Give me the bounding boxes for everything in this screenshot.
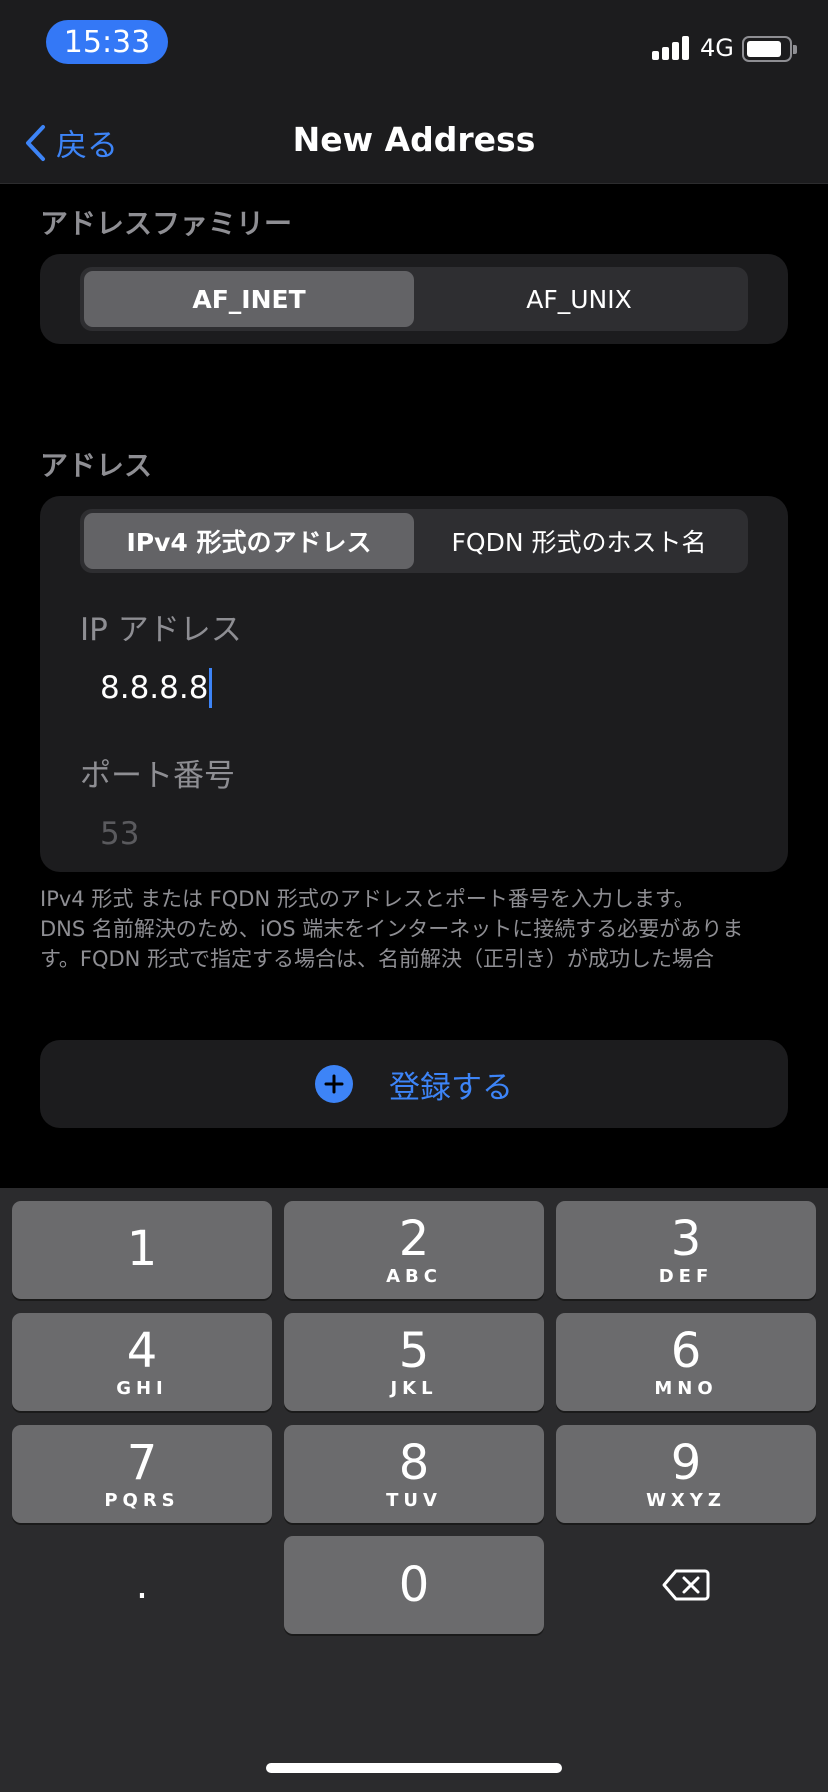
footnote-line: す。FQDN 形式で指定する場合は、名前解決（正引き）が成功した場合 [40,947,715,971]
key-7[interactable]: 7 PQRS [12,1425,272,1523]
register-label: 登録する [389,1069,513,1106]
numeric-keypad: 1 2 ABC 3 DEF 4 GHI 5 JKL 6 MNO 7 PQRS 8… [0,1188,828,1792]
key-2[interactable]: 2 ABC [284,1201,544,1299]
address-card: IPv4 形式のアドレス FQDN 形式のホスト名 IP アドレス 8.8.8.… [40,496,788,872]
ip-address-input[interactable]: 8.8.8.8 [100,668,213,708]
address-family-segmented-control: AF_INET AF_UNIX [80,267,748,331]
battery-icon [742,36,797,62]
cellular-signal-icon [652,36,692,60]
delete-key[interactable] [556,1536,816,1634]
address-footnote: IPv4 形式 または FQDN 形式のアドレスとポート番号を入力します。 DN… [40,884,800,974]
address-family-header: アドレスファミリー [40,207,293,240]
address-family-card: AF_INET AF_UNIX [40,254,788,344]
register-button[interactable]: 登録する [40,1040,788,1128]
ip-address-label: IP アドレス [80,612,242,648]
text-cursor [209,668,213,708]
delete-backspace-icon [662,1569,710,1601]
key-dot[interactable]: . [12,1536,272,1634]
page-title: New Address [292,120,536,159]
segment-fqdn[interactable]: FQDN 形式のホスト名 [414,513,744,569]
ip-address-value: 8.8.8.8 [100,670,209,706]
network-type: 4G [700,34,734,62]
address-header: アドレス [40,449,153,482]
footnote-line: IPv4 形式 または FQDN 形式のアドレスとポート番号を入力します。 [40,887,695,911]
footnote-line: DNS 名前解決のため、iOS 端末をインターネットに接続する必要がありま [40,917,744,941]
plus-circle-icon [315,1065,353,1103]
key-1[interactable]: 1 [12,1201,272,1299]
port-label: ポート番号 [80,758,235,794]
address-format-segmented-control: IPv4 形式のアドレス FQDN 形式のホスト名 [80,509,748,573]
status-bar: 15:33 4G [0,0,828,96]
navigation-bar: 戻る New Address [0,96,828,184]
segment-ipv4[interactable]: IPv4 形式のアドレス [84,513,414,569]
key-0[interactable]: 0 [284,1536,544,1634]
key-9[interactable]: 9 WXYZ [556,1425,816,1523]
segment-af-unix[interactable]: AF_UNIX [414,271,744,327]
key-8[interactable]: 8 TUV [284,1425,544,1523]
key-6[interactable]: 6 MNO [556,1313,816,1411]
segment-af-inet[interactable]: AF_INET [84,271,414,327]
home-indicator [266,1763,562,1773]
key-4[interactable]: 4 GHI [12,1313,272,1411]
key-3[interactable]: 3 DEF [556,1201,816,1299]
port-input[interactable]: 53 [100,816,139,852]
key-5[interactable]: 5 JKL [284,1313,544,1411]
status-time: 15:33 [46,20,168,64]
